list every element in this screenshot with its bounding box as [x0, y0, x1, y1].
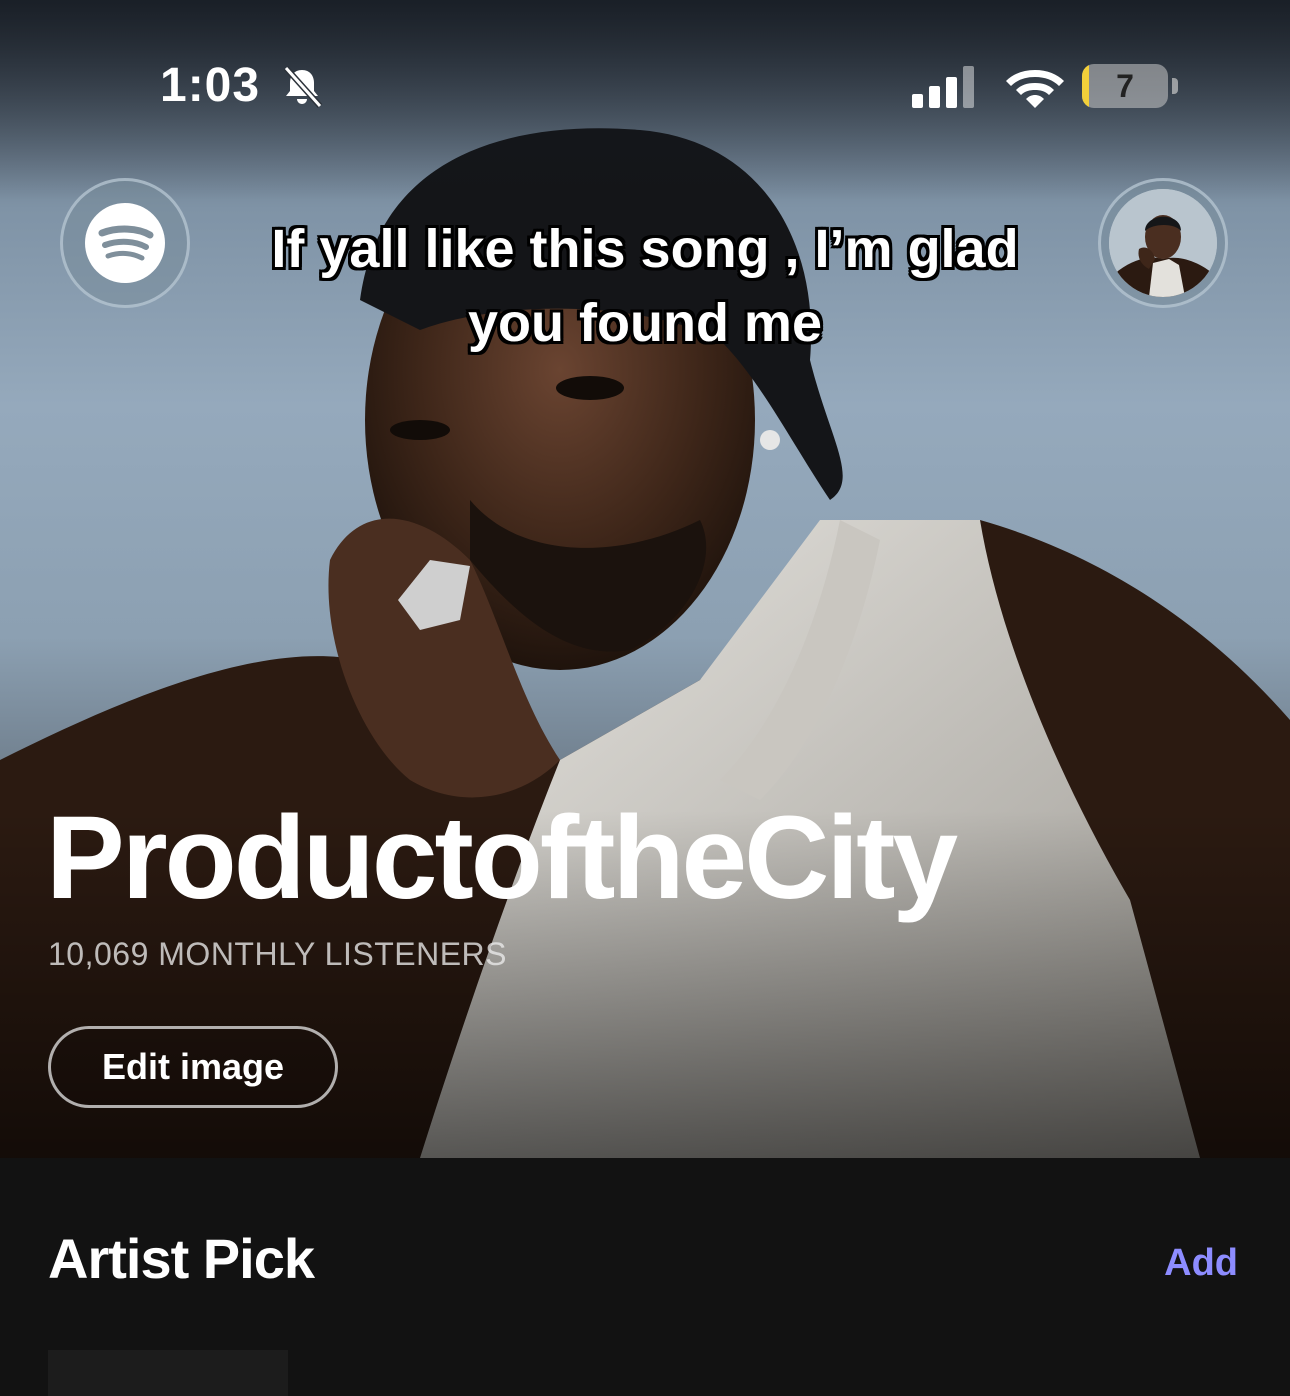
cellular-signal-icon — [912, 66, 974, 108]
status-bar: 1:03 7 — [0, 0, 1290, 160]
video-caption: If yall like this song , I’m glad you fo… — [200, 212, 1090, 360]
artist-name: ProductoftheCity — [46, 792, 958, 924]
battery-body: 7 — [1082, 64, 1168, 108]
artist-pick-thumbnail — [48, 1350, 288, 1396]
avatar — [1109, 189, 1217, 297]
edit-image-button[interactable]: Edit image — [48, 1026, 338, 1108]
artist-header-image: 1:03 7 If yall like this song , I’m glad… — [0, 0, 1290, 1158]
status-time: 1:03 — [160, 59, 261, 112]
caption-line-2: you found me — [468, 293, 822, 353]
battery-icon: 7 — [1082, 64, 1178, 108]
battery-level: 7 — [1116, 68, 1134, 104]
section-title-artist-pick: Artist Pick — [48, 1227, 315, 1290]
caption-line-1: If yall like this song , I’m glad — [271, 219, 1019, 279]
bell-slash-icon — [283, 65, 323, 108]
artist-profile-screen: 1:03 7 If yall like this song , I’m glad… — [0, 0, 1290, 1396]
spotify-logo-icon — [85, 203, 165, 283]
battery-cap — [1172, 78, 1178, 94]
profile-avatar-button[interactable] — [1098, 178, 1228, 308]
add-artist-pick-button[interactable]: Add — [1164, 1242, 1238, 1285]
monthly-listeners: 10,069 MONTHLY LISTENERS — [48, 936, 507, 972]
artist-photo — [0, 0, 1290, 1158]
wifi-icon — [1006, 70, 1064, 108]
spotify-home-button[interactable] — [60, 178, 190, 308]
